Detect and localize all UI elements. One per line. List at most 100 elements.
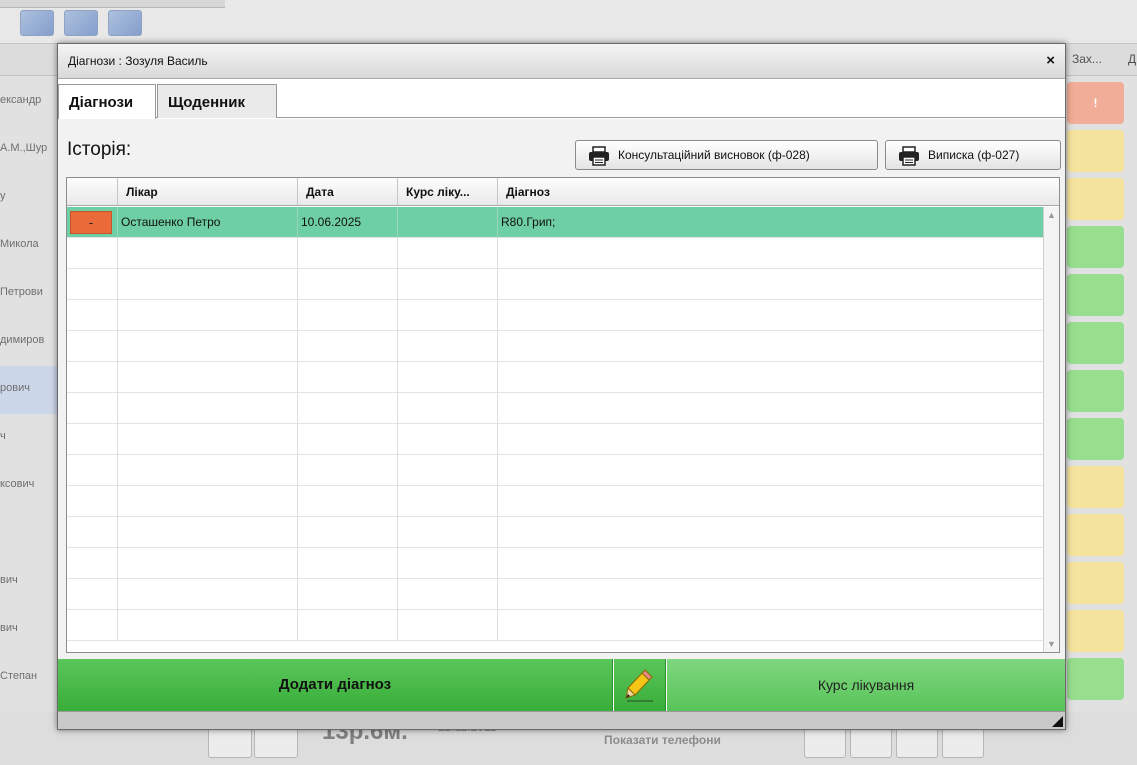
table-cell-empty [67,424,118,455]
printer-icon [899,146,919,166]
table-cell-empty [398,455,498,486]
table-cell-empty [498,238,1043,269]
row-date: 10.06.2025 [298,207,398,238]
table-row-empty[interactable] [67,300,1043,331]
scroll-down-icon[interactable]: ▼ [1047,639,1056,649]
table-row-empty[interactable] [67,517,1043,548]
print-consult-button[interactable]: Консультаційний висновок (ф-028) [575,140,878,170]
table-cell-empty [118,579,298,610]
table-row-empty[interactable] [67,331,1043,362]
table-cell-empty [398,362,498,393]
column-header-date[interactable]: Дата [298,178,398,206]
table-row-empty[interactable] [67,269,1043,300]
table-cell-empty [498,362,1043,393]
table-row-empty[interactable] [67,362,1043,393]
table-cell-empty [67,393,118,424]
table-cell-empty [67,269,118,300]
table-row-empty[interactable] [67,610,1043,641]
table-cell-empty [498,517,1043,548]
table-cell-empty [67,455,118,486]
table-cell-empty [118,548,298,579]
table-cell-empty [118,238,298,269]
table-cell-empty [398,486,498,517]
table-cell-empty [298,579,398,610]
table-row-empty[interactable] [67,393,1043,424]
table-cell-empty [67,517,118,548]
table-cell-empty [67,579,118,610]
table-row-empty[interactable] [67,455,1043,486]
table-cell-empty [498,579,1043,610]
dialog-action-bar: Додати діагноз Курс лікування [58,659,1065,711]
edit-button[interactable] [614,659,666,711]
dialog-title: Діагнози : Зозуля Василь [68,54,208,68]
table-cell-empty [298,393,398,424]
table-cell-empty [498,455,1043,486]
column-header-doctor[interactable]: Лікар [118,178,298,206]
table-cell-empty [118,331,298,362]
scroll-up-icon[interactable]: ▲ [1047,210,1056,220]
resize-grip-icon[interactable] [1052,716,1063,727]
table-cell-empty [67,300,118,331]
table-cell-empty [67,610,118,641]
row-diagnosis: R80.Грип; [501,215,556,229]
table-cell-empty [298,610,398,641]
table-cell-empty [498,300,1043,331]
history-label: Історія: [67,139,132,160]
column-header-course[interactable]: Курс ліку... [398,178,498,206]
table-cell-empty [498,424,1043,455]
table-cell-empty [298,517,398,548]
table-cell-empty [67,548,118,579]
table-cell-empty [298,238,398,269]
table-cell-empty [398,579,498,610]
column-header-action[interactable] [67,178,118,206]
table-cell-empty [398,269,498,300]
table-row-empty[interactable] [67,238,1043,269]
table-scrollbar[interactable]: ▲ ▼ [1043,207,1059,652]
table-cell-empty [498,269,1043,300]
table-cell-empty [398,548,498,579]
table-cell-empty [118,300,298,331]
table-cell-empty [398,517,498,548]
table-cell-empty [398,424,498,455]
table-cell-empty [298,424,398,455]
table-cell-empty [498,393,1043,424]
row-action-cell: - [67,207,118,238]
table-cell-empty [398,393,498,424]
table-row-empty[interactable] [67,548,1043,579]
treatment-course-button[interactable]: Курс лікування [667,659,1065,711]
table-cell-empty [118,455,298,486]
tab-diary[interactable]: Щоденник [157,84,277,118]
table-cell-empty [118,362,298,393]
close-icon[interactable]: × [1046,52,1055,69]
print-discharge-button[interactable]: Виписка (ф-027) [885,140,1061,170]
table-body: - Осташенко Петро 10.06.2025 R80.Грип; [67,207,1043,652]
dialog-tabs: Діагнози Щоденник [58,80,1065,119]
table-cell-empty [298,269,398,300]
dialog-titlebar[interactable]: Діагнози : Зозуля Василь × [58,44,1065,79]
table-row[interactable]: - Осташенко Петро 10.06.2025 R80.Грип; [67,207,1043,238]
diagnoses-dialog: Діагнози : Зозуля Василь × Діагнози Щоде… [57,43,1066,730]
add-diagnosis-button[interactable]: Додати діагноз [58,659,613,711]
row-doctor: Осташенко Петро [118,207,298,238]
table-cell-empty [398,238,498,269]
table-row-empty[interactable] [67,486,1043,517]
table-cell-empty [298,362,398,393]
table-cell-empty [298,300,398,331]
table-cell-empty [118,517,298,548]
table-row-empty[interactable] [67,579,1043,610]
table-cell-empty [67,238,118,269]
dialog-statusbar [58,711,1065,729]
table-cell-empty [398,300,498,331]
dialog-content: Історія: Консультаційний висновок (ф-028… [58,119,1065,659]
table-cell-empty [118,486,298,517]
tab-diagnoses[interactable]: Діагнози [58,84,156,119]
table-cell-empty [398,610,498,641]
print-discharge-label: Виписка (ф-027) [928,148,1020,162]
table-row-empty[interactable] [67,424,1043,455]
table-cell-empty [298,486,398,517]
column-header-diagnosis[interactable]: Діагноз [498,178,1059,206]
delete-diagnosis-button[interactable]: - [70,211,112,234]
table-cell-empty [118,610,298,641]
table-cell-empty [398,331,498,362]
table-cell-empty [498,610,1043,641]
